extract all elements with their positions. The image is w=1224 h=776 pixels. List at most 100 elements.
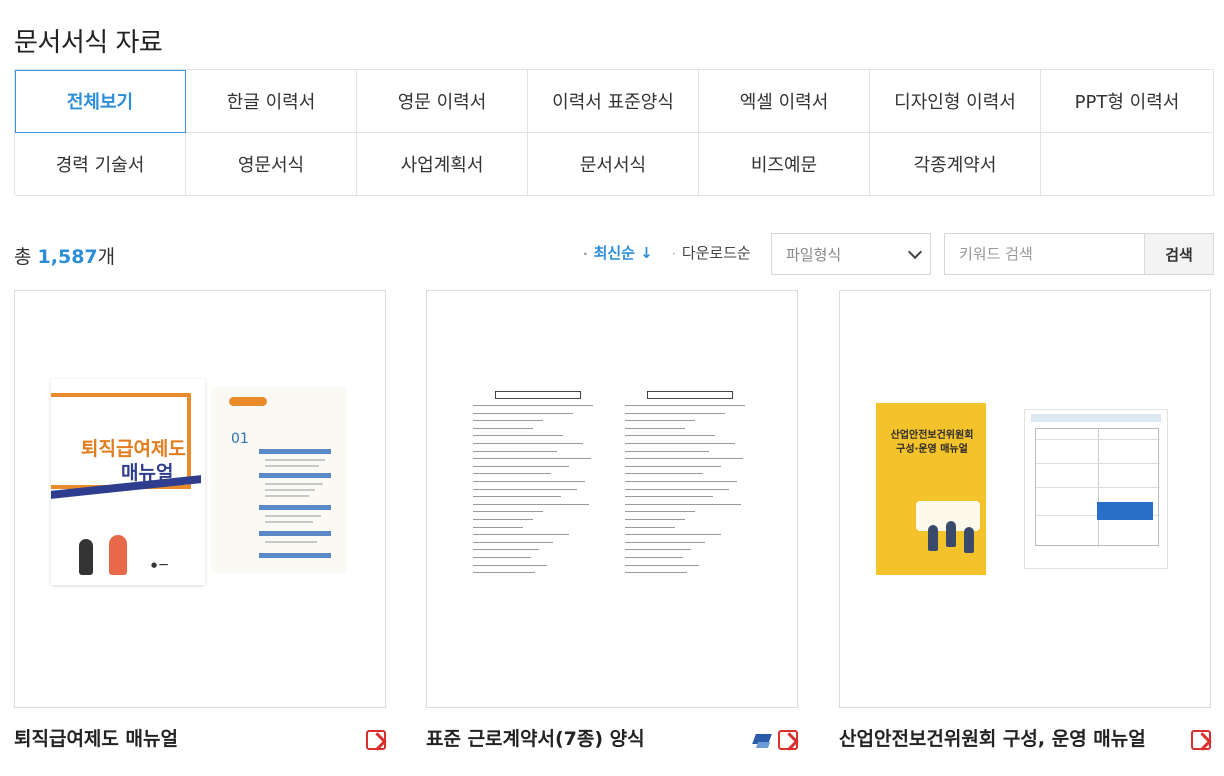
toc-line <box>259 553 331 558</box>
pdf-icon[interactable] <box>778 730 798 750</box>
worker-illustration <box>946 521 956 547</box>
text-line <box>625 481 737 482</box>
contract-page-image <box>625 391 751 581</box>
tab-all[interactable]: 전체보기 <box>15 70 186 133</box>
grid-line <box>1036 487 1160 488</box>
grid-line <box>1098 429 1099 547</box>
text-line <box>473 435 563 437</box>
text-line <box>625 534 721 536</box>
tab-document-forms[interactable]: 문서서식 <box>528 133 699 196</box>
sort-download[interactable]: · 다운로드순 <box>672 242 751 263</box>
card-thumbnail[interactable]: 산업안전보건위원회 구성·운영 매뉴얼 <box>839 290 1211 708</box>
text-line <box>625 519 685 520</box>
text-line <box>473 458 591 460</box>
pdf-icon[interactable] <box>366 730 386 750</box>
text-line <box>473 564 547 566</box>
text-line <box>625 488 729 490</box>
text-line <box>625 496 713 498</box>
contract-title-box <box>647 391 733 399</box>
text-line <box>473 503 589 505</box>
tab-empty-cell <box>1041 133 1214 196</box>
text-line <box>473 465 569 467</box>
worker-illustration <box>964 527 974 553</box>
text-line <box>473 450 557 452</box>
card-title[interactable]: 산업안전보건위원회 구성, 운영 매뉴얼 <box>839 725 1149 753</box>
tab-standard-resume[interactable]: 이력서 표준양식 <box>528 70 699 133</box>
toc-line <box>265 495 309 497</box>
document-card: 표준 근로계약서(7종) 양식 <box>426 290 798 750</box>
text-line <box>625 557 683 558</box>
bullet-icon: · <box>583 247 588 261</box>
file-icons <box>752 730 798 750</box>
contents-page-image: 01 <box>211 387 347 573</box>
contents-number: 01 <box>231 431 249 447</box>
text-line <box>625 435 715 437</box>
person-illustration <box>109 535 127 575</box>
card-thumbnail[interactable]: 퇴직급여제도 매뉴얼 ● ━━ 01 <box>14 290 386 708</box>
text-line <box>625 412 725 414</box>
toc-line <box>259 505 331 510</box>
tab-contracts[interactable]: 각종계약서 <box>870 133 1041 196</box>
total-number: 1,587 <box>37 246 98 268</box>
sort-latest-label: 최신순 ↓ <box>593 244 653 262</box>
toc-line <box>259 473 331 478</box>
toc-line <box>265 459 325 461</box>
text-line <box>473 549 539 551</box>
text-line <box>473 526 523 528</box>
page-title: 문서서식 자료 <box>14 28 163 58</box>
tab-excel-resume[interactable]: 엑셀 이력서 <box>699 70 870 133</box>
table-grid <box>1035 428 1160 547</box>
search-button[interactable]: 검색 <box>1144 233 1214 275</box>
text-line <box>473 443 583 444</box>
text-line <box>625 450 709 452</box>
ministry-logo: ● ━━ <box>151 561 168 569</box>
tab-business-examples[interactable]: 비즈예문 <box>699 133 870 196</box>
grid-line <box>1036 463 1160 464</box>
tab-design-resume[interactable]: 디자인형 이력서 <box>870 70 1041 133</box>
tab-english-forms[interactable]: 영문서식 <box>186 133 357 196</box>
sort-download-label: 다운로드순 <box>681 244 751 262</box>
tab-ppt-resume[interactable]: PPT형 이력서 <box>1041 70 1214 133</box>
text-line <box>625 465 721 467</box>
sort-latest[interactable]: · 최신순 ↓ <box>583 242 653 263</box>
text-line <box>473 572 535 574</box>
contract-page-image <box>473 391 599 581</box>
card-title[interactable]: 표준 근로계약서(7종) 양식 <box>426 725 736 753</box>
card-thumbnail[interactable] <box>426 290 798 708</box>
file-icons <box>366 730 386 750</box>
table-page-image <box>1024 409 1168 569</box>
text-line <box>473 557 531 558</box>
filetype-selected: 파일형식 <box>786 245 842 264</box>
tab-career-description[interactable]: 경력 기술서 <box>15 133 186 196</box>
text-line <box>473 519 533 520</box>
text-line <box>473 473 551 475</box>
highlight-block <box>1097 502 1153 520</box>
toc-line <box>265 465 319 467</box>
card-title[interactable]: 퇴직급여제도 매뉴얼 <box>14 725 324 753</box>
text-line <box>625 564 699 566</box>
text-line <box>625 458 743 460</box>
filetype-select[interactable]: 파일형식 <box>771 233 931 275</box>
text-line <box>625 443 735 444</box>
text-line <box>473 427 533 429</box>
toc-line <box>265 521 313 523</box>
total-suffix: 개 <box>97 246 116 268</box>
text-line <box>625 427 685 429</box>
text-line <box>473 496 561 498</box>
text-line <box>625 405 745 406</box>
text-line <box>625 511 695 513</box>
tab-korean-resume[interactable]: 한글 이력서 <box>186 70 357 133</box>
text-line <box>473 420 543 422</box>
search-input[interactable] <box>944 233 1145 275</box>
pdf-icon[interactable] <box>1191 730 1211 750</box>
text-line <box>625 473 703 475</box>
toc-line <box>265 541 317 543</box>
text-line <box>625 526 675 528</box>
toc-line <box>265 489 315 491</box>
total-prefix: 총 <box>14 246 32 268</box>
tab-english-resume[interactable]: 영문 이력서 <box>357 70 528 133</box>
toc-line <box>259 449 331 454</box>
text-line <box>625 549 691 551</box>
tab-business-plan[interactable]: 사업계획서 <box>357 133 528 196</box>
hwp-icon[interactable] <box>752 730 772 750</box>
